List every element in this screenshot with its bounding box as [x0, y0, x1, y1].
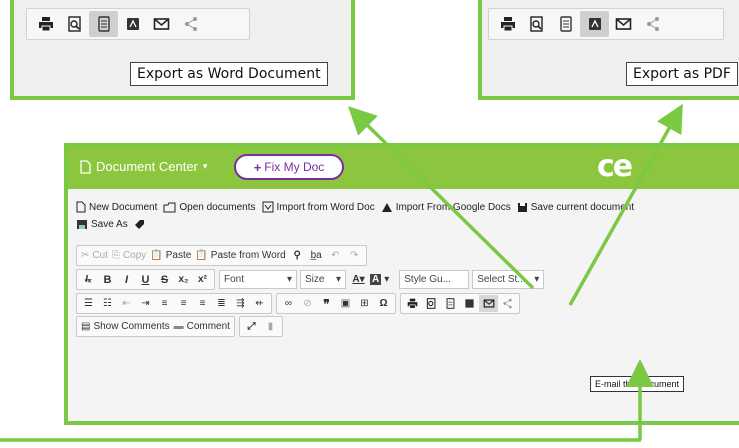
arrow-to-pdf-export [568, 103, 683, 306]
annotation-arrows [0, 103, 683, 442]
arrow-to-word-export [348, 106, 535, 290]
